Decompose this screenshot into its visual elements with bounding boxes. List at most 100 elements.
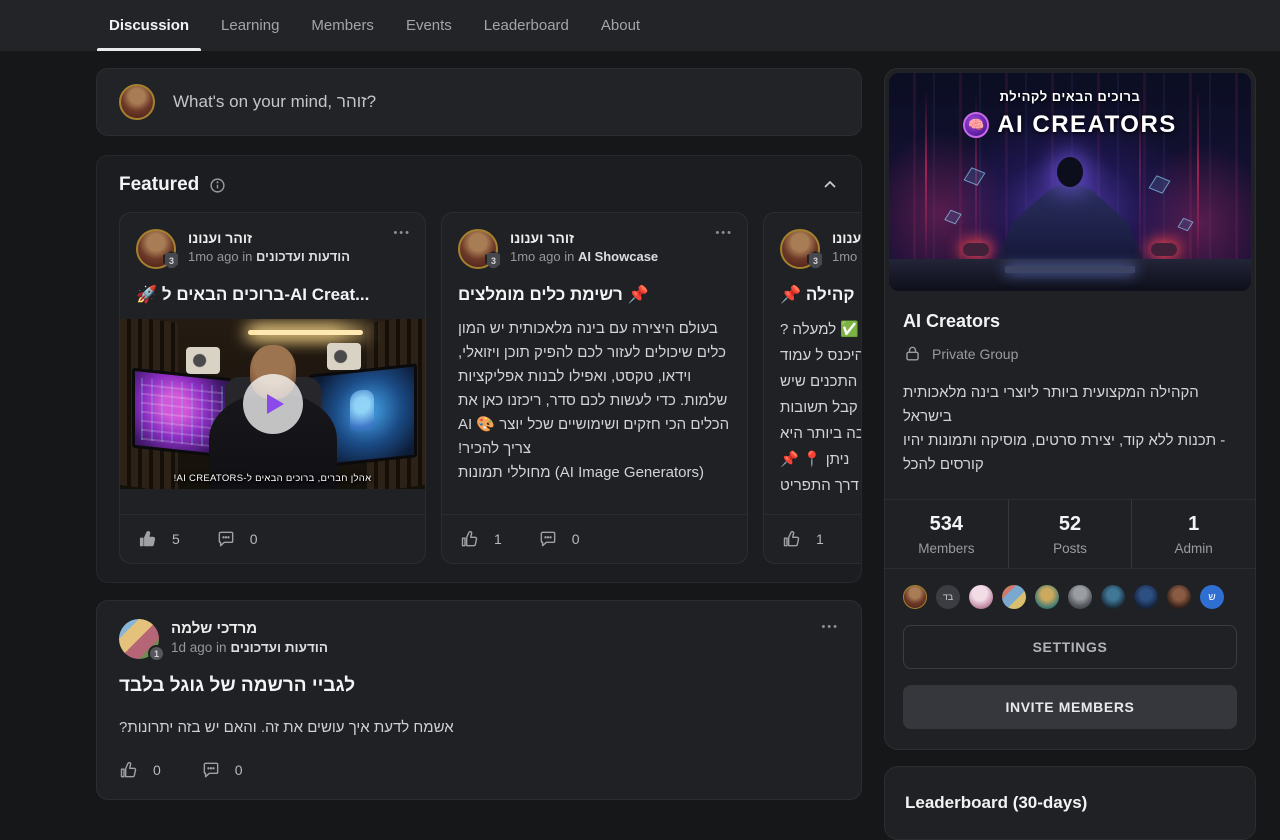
thumb-decor bbox=[255, 330, 363, 335]
avatar bbox=[119, 84, 155, 120]
post-time: 1mo ago in bbox=[510, 249, 574, 264]
level-badge: 1 bbox=[148, 645, 165, 662]
composer-placeholder: What's on your mind, זוהר? bbox=[173, 92, 376, 112]
member-avatar[interactable]: בד bbox=[936, 585, 960, 609]
post-author[interactable]: זוהר וענונו bbox=[510, 229, 658, 248]
member-avatar[interactable] bbox=[1134, 585, 1158, 609]
post-author[interactable]: מרדכי שלמה bbox=[171, 619, 328, 639]
like-count: 1 bbox=[494, 531, 502, 547]
tab-about[interactable]: About bbox=[589, 0, 652, 51]
post-menu-icon[interactable]: ••• bbox=[821, 621, 839, 633]
stat-members[interactable]: 534 Members bbox=[885, 500, 1008, 568]
member-avatar[interactable] bbox=[1035, 585, 1059, 609]
comment-count: 0 bbox=[250, 531, 258, 547]
like-count: 5 bbox=[172, 531, 180, 547]
group-sidebar: ברוכים הבאים לקהילת 🧠 AI CREATORS AI Cre… bbox=[884, 68, 1256, 840]
play-button-icon[interactable] bbox=[243, 374, 303, 434]
featured-card-rules[interactable]: 3 ענונו 1mo 📌 קהילה ✅ למעלה ? היכנס ל עמ… bbox=[763, 212, 862, 564]
featured-title: Featured bbox=[119, 174, 199, 196]
post-menu-icon[interactable]: ••• bbox=[715, 227, 733, 239]
like-count: 0 bbox=[153, 762, 161, 778]
settings-button[interactable]: SETTINGS bbox=[903, 625, 1237, 669]
post-time: 1mo ago in bbox=[188, 249, 252, 264]
lock-icon bbox=[903, 344, 922, 363]
avatar: 3 bbox=[136, 229, 176, 269]
group-stats: 534 Members 52 Posts 1 Admin bbox=[885, 499, 1255, 569]
member-avatar[interactable] bbox=[903, 585, 927, 609]
member-avatar[interactable] bbox=[1068, 585, 1092, 609]
stat-admins[interactable]: 1 Admin bbox=[1131, 500, 1255, 568]
tab-leaderboard[interactable]: Leaderboard bbox=[472, 0, 581, 51]
post-time: 1mo bbox=[832, 249, 857, 264]
leaderboard-card: Leaderboard (30-days) bbox=[884, 766, 1256, 840]
post-title[interactable]: לגביי הרשמה של גוגל בלבד bbox=[119, 675, 839, 697]
group-description: הקהילה המקצועית ביותר ליוצרי בינה מלאכות… bbox=[903, 381, 1237, 477]
level-badge: 3 bbox=[807, 251, 824, 270]
member-avatar[interactable] bbox=[969, 585, 993, 609]
banner-figure bbox=[1057, 157, 1083, 187]
info-icon[interactable] bbox=[209, 177, 226, 194]
avatar: 3 bbox=[780, 229, 820, 269]
video-thumbnail[interactable]: אהלן חברים, ברוכים הבאים ל-AI CREATORS! bbox=[120, 319, 425, 489]
avatar: 1 bbox=[119, 619, 159, 659]
thumb-decor bbox=[186, 347, 220, 374]
feed-column: What's on your mind, זוהר? Featured bbox=[96, 68, 862, 800]
like-button[interactable]: 1 bbox=[460, 529, 502, 549]
chevron-up-icon[interactable] bbox=[821, 176, 839, 194]
like-count: 1 bbox=[816, 531, 824, 547]
post-space-link[interactable]: הודעות ועדכונים bbox=[230, 640, 328, 655]
tab-learning[interactable]: Learning bbox=[209, 0, 291, 51]
post-title[interactable]: 📌 קהילה bbox=[780, 285, 862, 305]
leaderboard-title: Leaderboard (30-days) bbox=[905, 793, 1235, 813]
comment-count: 0 bbox=[572, 531, 580, 547]
banner-figure bbox=[963, 243, 989, 256]
post-author[interactable]: זוהר וענונו bbox=[188, 229, 350, 248]
thumb-decor bbox=[327, 343, 361, 370]
comment-count: 0 bbox=[235, 762, 243, 778]
member-avatar[interactable] bbox=[1167, 585, 1191, 609]
group-banner[interactable]: ברוכים הבאים לקהילת 🧠 AI CREATORS bbox=[889, 73, 1251, 291]
post-author[interactable]: ענונו bbox=[832, 229, 861, 248]
post-title[interactable]: רשימת כלים מומלצים 📌 bbox=[458, 285, 731, 305]
like-button[interactable]: 0 bbox=[119, 760, 161, 780]
post-space-link[interactable]: AI Showcase bbox=[578, 249, 658, 264]
post-body: ✅ למעלה ? היכנס ל עמוד התכנים שיש קבל תש… bbox=[780, 317, 862, 499]
like-button[interactable]: 1 bbox=[782, 529, 824, 549]
banner-figure bbox=[1151, 243, 1177, 256]
level-badge: 3 bbox=[485, 251, 502, 270]
avatar: 3 bbox=[458, 229, 498, 269]
invite-members-button[interactable]: INVITE MEMBERS bbox=[903, 685, 1237, 729]
post-composer[interactable]: What's on your mind, זוהר? bbox=[96, 68, 862, 136]
tab-events[interactable]: Events bbox=[394, 0, 464, 51]
member-avatar[interactable] bbox=[1002, 585, 1026, 609]
member-avatar[interactable]: ש bbox=[1200, 585, 1224, 609]
level-badge: 3 bbox=[163, 251, 180, 270]
post-menu-icon[interactable]: ••• bbox=[393, 227, 411, 239]
banner-welcome-text: ברוכים הבאים לקהילת bbox=[889, 89, 1251, 104]
banner-group-name: AI CREATORS bbox=[997, 111, 1177, 139]
post-space-link[interactable]: הודעות ועדכונים bbox=[256, 249, 350, 264]
tab-members[interactable]: Members bbox=[299, 0, 386, 51]
banner-decor bbox=[1005, 266, 1135, 273]
comment-button[interactable]: 0 bbox=[201, 760, 243, 780]
post-title[interactable]: 🚀 ברוכים הבאים ל-AI Creat... bbox=[136, 285, 409, 305]
video-caption: אהלן חברים, ברוכים הבאים ל-AI CREATORS! bbox=[120, 473, 425, 484]
tab-discussion[interactable]: Discussion bbox=[97, 0, 201, 51]
comment-button[interactable]: 0 bbox=[538, 529, 580, 549]
like-button[interactable]: 5 bbox=[138, 529, 180, 549]
featured-section: Featured 3 זוהר וענונו bbox=[96, 155, 862, 583]
featured-cards-row: 3 זוהר וענונו 1mo ago in הודעות ועדכונים… bbox=[119, 212, 839, 564]
comment-button[interactable]: 0 bbox=[216, 529, 258, 549]
banner-decor bbox=[889, 259, 1251, 291]
stat-posts[interactable]: 52 Posts bbox=[1008, 500, 1132, 568]
group-card: ברוכים הבאים לקהילת 🧠 AI CREATORS AI Cre… bbox=[884, 68, 1256, 750]
featured-card-tools[interactable]: 3 זוהר וענונו 1mo ago in AI Showcase •••… bbox=[441, 212, 748, 564]
feed-post[interactable]: 1 מרדכי שלמה 1d ago in הודעות ועדכונים •… bbox=[96, 600, 862, 800]
member-avatar[interactable] bbox=[1101, 585, 1125, 609]
group-name: AI Creators bbox=[903, 311, 1237, 332]
post-body: בעולם היצירה עם בינה מלאכותית יש המון כל… bbox=[458, 317, 731, 485]
post-body: אשמח לדעת איך עושים את זה. והאם יש בזה י… bbox=[119, 719, 839, 736]
post-time: 1d ago in bbox=[171, 640, 227, 655]
featured-card-welcome[interactable]: 3 זוהר וענונו 1mo ago in הודעות ועדכונים… bbox=[119, 212, 426, 564]
top-nav: Discussion Learning Members Events Leade… bbox=[0, 0, 1280, 51]
